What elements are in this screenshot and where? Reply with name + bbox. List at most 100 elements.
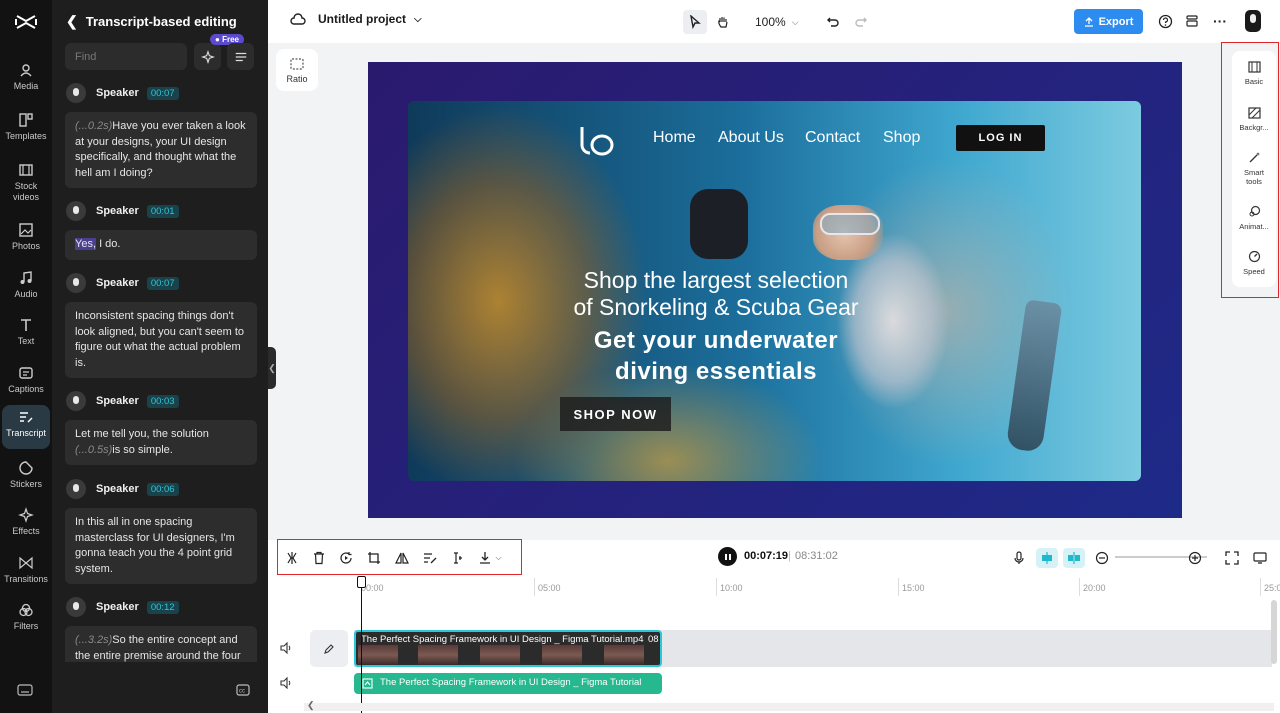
transcript-segment[interactable]: Speaker 00:07 Inconsistent spacing things…	[65, 272, 257, 378]
monitor-button[interactable]	[1251, 549, 1269, 567]
transcript-segment[interactable]: Speaker 00:03 Let me tell you, the soluti…	[65, 390, 257, 465]
rail-transcript[interactable]: Transcript	[2, 405, 50, 449]
chevron-left-icon[interactable]: ❮	[307, 700, 315, 711]
playhead-handle[interactable]	[357, 576, 366, 588]
rail-photos[interactable]: Photos	[2, 218, 50, 262]
transcript-icon	[20, 412, 33, 423]
segment-text[interactable]: Let me tell you, the solution (...0.5s)i…	[65, 420, 257, 465]
transcript-segment[interactable]: Speaker 00:12 (...3.2s)So the entire conc…	[65, 596, 257, 662]
transcript-segment[interactable]: Speaker 00:07 (...0.2s)Have you ever take…	[65, 82, 257, 188]
replace-button[interactable]	[337, 549, 355, 567]
timeline-horizontal-scrollbar[interactable]: ❮	[304, 700, 1274, 711]
segment-text[interactable]: Yes, I do.	[65, 230, 257, 260]
zoom-selector[interactable]: 100% ⌵	[755, 15, 799, 29]
audio-extract-icon	[362, 678, 373, 689]
segment-time[interactable]: 00:06	[146, 482, 179, 496]
pause-marker[interactable]: (...0.2s)	[75, 120, 112, 132]
rail-stickers[interactable]: Stickers	[2, 456, 50, 500]
download-menu-button[interactable]: ⌵	[476, 549, 504, 567]
transcript-segment[interactable]: Speaker 00:06 In this all in one spacing …	[65, 478, 257, 584]
prop-animation[interactable]: Animat...	[1232, 205, 1276, 231]
segment-time[interactable]: 00:07	[146, 276, 179, 290]
pause-marker[interactable]: (...0.5s)	[75, 444, 112, 456]
smart-split-button[interactable]	[448, 549, 466, 567]
segment-text[interactable]: Inconsistent spacing things don't look a…	[65, 302, 257, 378]
mirror-button[interactable]	[393, 549, 411, 567]
avatar[interactable]	[1245, 10, 1261, 32]
segment-text[interactable]: (...3.2s)So the entire concept and the e…	[65, 626, 257, 662]
hero-heading: Get your underwater diving essentials	[448, 325, 984, 387]
link-clips-button[interactable]	[1063, 548, 1085, 568]
more-options-button[interactable]: ···	[1208, 9, 1232, 33]
properties-panel: Basic Backgr... Smart tools Animat... Sp…	[1232, 51, 1276, 287]
magnet-snap-button[interactable]	[1036, 548, 1058, 568]
export-button[interactable]: Export	[1074, 9, 1143, 34]
segment-words[interactable]: I do.	[96, 238, 120, 250]
segment-time[interactable]: 00:03	[146, 394, 179, 408]
segment-words[interactable]: Inconsistent spacing things don't look a…	[75, 310, 244, 369]
select-pointer-button[interactable]	[683, 10, 707, 34]
segment-words[interactable]: Let me tell you, the solution	[75, 428, 209, 440]
prop-background[interactable]: Backgr...	[1232, 107, 1276, 132]
find-input[interactable]	[65, 43, 187, 70]
segment-text[interactable]: (...0.2s)Have you ever taken a look at y…	[65, 112, 257, 188]
segment-time[interactable]: 00:12	[146, 600, 179, 614]
redo-button[interactable]	[849, 10, 873, 34]
keyboard-icon[interactable]	[17, 684, 33, 696]
hand-tool-button[interactable]	[711, 10, 735, 34]
rail-audio[interactable]: Audio	[2, 266, 50, 310]
prop-smart-tools[interactable]: Smart tools	[1232, 151, 1276, 186]
prop-basic[interactable]: Basic	[1232, 61, 1276, 86]
record-voice-button[interactable]	[1010, 549, 1028, 567]
fit-timeline-button[interactable]	[1223, 549, 1241, 567]
rail-media[interactable]: Media	[2, 58, 50, 102]
capcut-logo[interactable]	[14, 12, 38, 32]
rail-label: Photos	[11, 241, 41, 251]
help-button[interactable]	[1153, 9, 1177, 33]
video-preview[interactable]: Home About Us Contact Shop LOG IN Shop t…	[368, 62, 1182, 518]
storage-button[interactable]	[1180, 9, 1204, 33]
rail-text[interactable]: Text	[2, 313, 50, 357]
timeline-vertical-scrollbar[interactable]	[1271, 600, 1277, 664]
ruler-tick: 05:00	[538, 583, 561, 593]
highlighted-word[interactable]: Yes,	[75, 238, 97, 250]
rail-filters[interactable]: Filters	[2, 598, 50, 642]
segment-time[interactable]: 00:07	[146, 86, 179, 100]
svg-text:cc: cc	[239, 689, 245, 695]
transcript-tool-button[interactable]	[421, 549, 439, 567]
ai-magic-button[interactable]	[194, 43, 221, 70]
video-clip[interactable]: The Perfect Spacing Framework in UI Desi…	[354, 630, 662, 667]
back-arrow-icon[interactable]: ❮	[66, 13, 78, 30]
basic-icon	[1247, 61, 1261, 73]
zoom-in-button[interactable]	[1186, 549, 1204, 567]
cover-edit-button[interactable]	[310, 630, 348, 667]
playhead[interactable]	[361, 576, 362, 713]
transcript-segment[interactable]: Speaker 00:01 Yes, I do.	[65, 200, 257, 260]
split-button[interactable]	[283, 549, 301, 567]
rail-label: Audio	[14, 289, 38, 299]
pause-marker[interactable]: (...3.2s)	[75, 634, 112, 646]
segment-text[interactable]: In this all in one spacing masterclass f…	[65, 508, 257, 584]
rail-effects[interactable]: Effects	[2, 503, 50, 547]
segment-words[interactable]: In this all in one spacing masterclass f…	[75, 516, 235, 575]
pause-button[interactable]	[718, 547, 737, 566]
zoom-out-button[interactable]	[1093, 549, 1111, 567]
ratio-button[interactable]: Ratio	[276, 49, 318, 91]
video-volume-icon[interactable]	[280, 642, 293, 654]
rail-captions[interactable]: Captions	[2, 361, 50, 405]
transcript-options-button[interactable]	[227, 43, 254, 70]
rail-templates[interactable]: Templates	[2, 108, 50, 152]
audio-volume-icon[interactable]	[280, 677, 293, 689]
crop-button[interactable]	[365, 549, 383, 567]
captions-cc-icon[interactable]: cc	[236, 684, 250, 696]
project-selector[interactable]: Untitled project ⌵	[290, 12, 422, 26]
undo-button[interactable]	[821, 10, 845, 34]
collapse-panel-handle[interactable]: ❮	[268, 347, 276, 389]
segment-time[interactable]: 00:01	[146, 204, 179, 218]
segment-words[interactable]: is so simple.	[112, 444, 173, 456]
rail-stock-videos[interactable]: Stock videos	[2, 158, 50, 206]
rail-transitions[interactable]: Transitions	[2, 551, 50, 595]
prop-speed[interactable]: Speed	[1232, 250, 1276, 276]
audio-clip[interactable]: The Perfect Spacing Framework in UI Desi…	[354, 673, 662, 694]
delete-button[interactable]	[310, 549, 328, 567]
